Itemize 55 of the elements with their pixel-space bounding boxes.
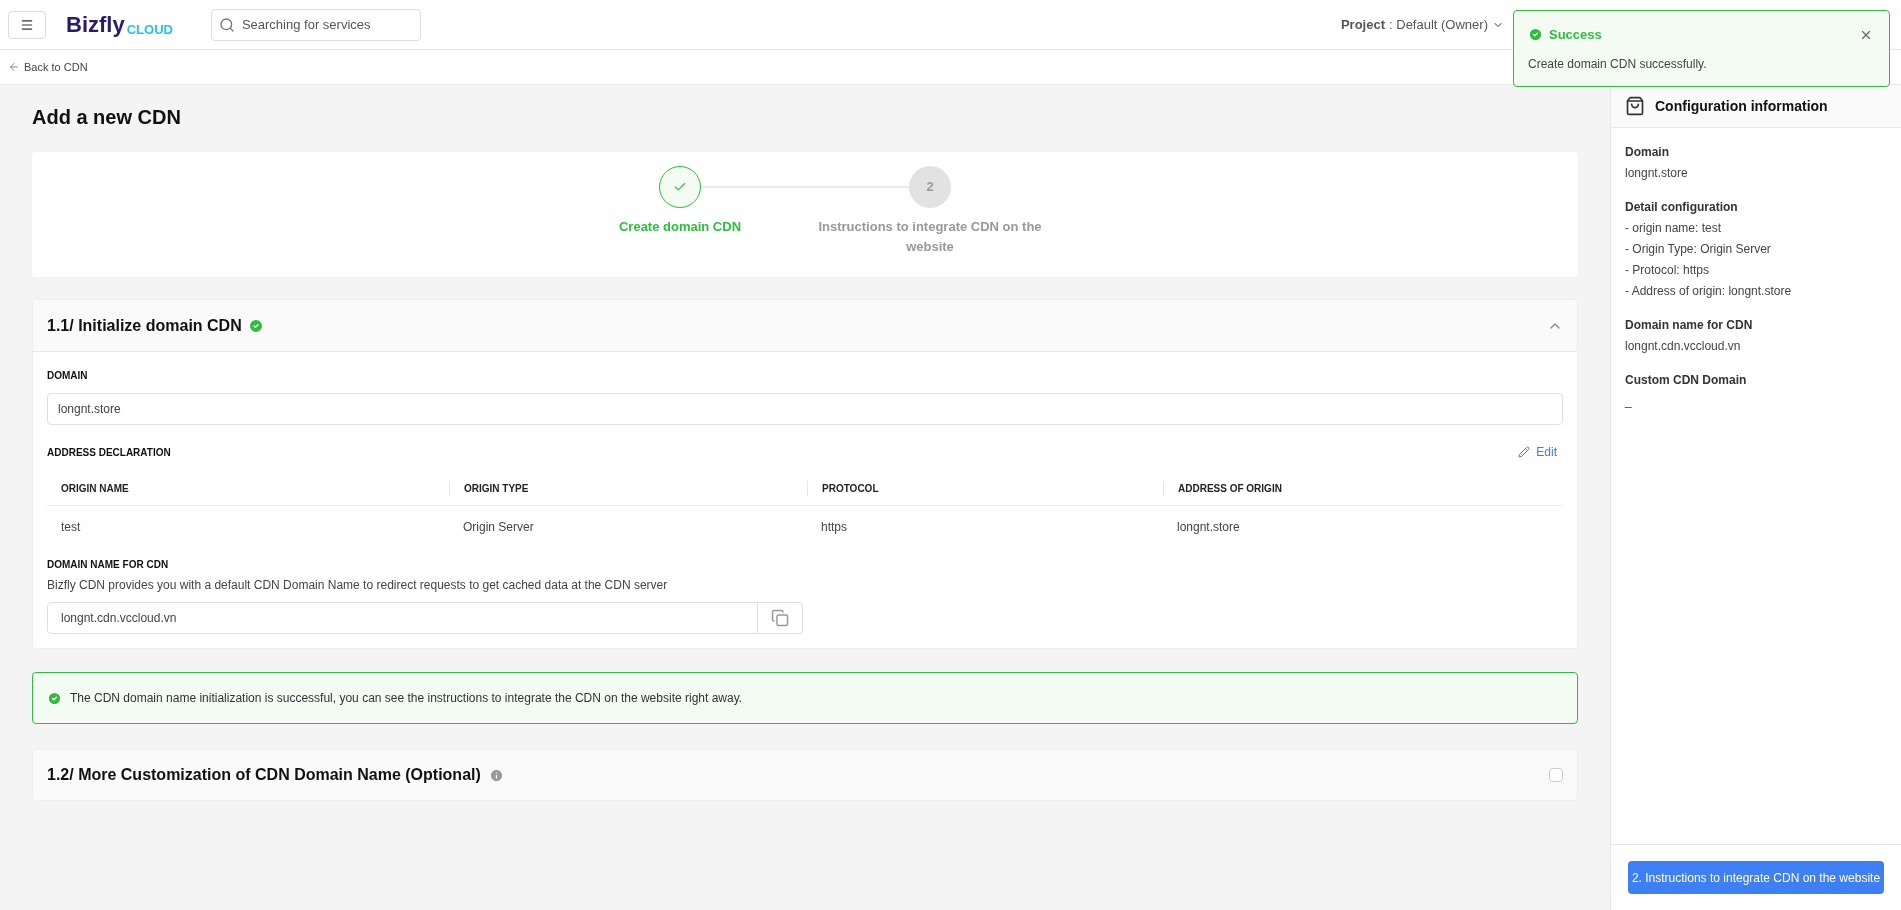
page-title: Add a new CDN [32, 105, 182, 130]
info-heading: Domain [1625, 144, 1670, 161]
check-circle-icon [1528, 27, 1543, 43]
domain-field[interactable]: longnt.store [47, 393, 1563, 425]
info-text: - Protocol: https [1625, 262, 1711, 279]
copy-button[interactable] [758, 602, 803, 634]
bag-icon [1625, 96, 1645, 116]
column-header: ADDRESS OF ORIGIN [1178, 482, 1282, 494]
search-field[interactable]: Searching for services [210, 8, 421, 41]
back-link[interactable]: Back to CDN [8, 58, 88, 76]
field-label: DOMAIN [47, 369, 89, 383]
check-circle-icon [47, 690, 62, 706]
toast-title: Success [1549, 26, 1602, 44]
step-label: Create domain CDN [617, 218, 743, 236]
menu-icon [20, 17, 34, 32]
column-header: PROTOCOL [822, 482, 879, 494]
toast-message: Create domain CDN successfully. [1528, 55, 1708, 73]
alert-text: The CDN domain name initialization is successful, you can see the instructions to integrate the CDN on the website right away. [70, 690, 743, 707]
arrow-left-icon [8, 61, 20, 73]
cdn-domain-field[interactable]: longnt.cdn.vccloud.vn [47, 602, 758, 634]
field-label: DOMAIN NAME FOR CDN [47, 558, 170, 572]
table-cell: https [821, 520, 847, 534]
column-header: ORIGIN NAME [61, 482, 129, 494]
table-cell: Origin Server [463, 520, 534, 534]
pencil-icon [1518, 446, 1531, 458]
info-icon [488, 767, 504, 783]
table-cell: longnt.store [1177, 520, 1240, 534]
section-title: 1.2/ More Customization of CDN Domain Name (Optional) [47, 765, 481, 785]
search-icon [218, 16, 235, 33]
project-value: : Default (Owner) [1389, 15, 1488, 34]
info-text: _ [1625, 393, 1633, 410]
table-cell: test [61, 520, 81, 534]
logo: BizflyCLOUD [66, 13, 173, 36]
info-text: - Origin Type: Origin Server [1625, 241, 1772, 258]
section-title: 1.1/ Initialize domain CDN [47, 315, 242, 336]
check-icon [673, 180, 687, 194]
panel-title: Configuration information [1655, 96, 1828, 116]
project-label: Project [1340, 15, 1385, 34]
info-heading: Domain name for CDN [1625, 317, 1754, 334]
copy-icon [771, 609, 789, 627]
info-text: - Address of origin: longnt.store [1625, 283, 1793, 300]
info-text: longnt.cdn.vccloud.vn [1625, 338, 1742, 355]
help-text: Bizfly CDN provides you with a default CDN Domain Name to redirect requests to get cached data at the CDN server [47, 577, 669, 594]
step-label: Instructions to integrate CDN on the website [817, 218, 1043, 256]
column-header: ORIGIN TYPE [464, 482, 529, 494]
step-number: 2 [926, 178, 934, 197]
edit-link[interactable]: Edit [1518, 443, 1557, 461]
info-heading: Detail configuration [1625, 199, 1739, 216]
next-step-button[interactable]: 2. Instructions to integrate CDN on the website [1627, 861, 1885, 894]
checkbox[interactable] [1549, 768, 1563, 782]
menu-button[interactable] [8, 10, 46, 39]
info-text: - origin name: test [1625, 220, 1723, 237]
info-text: longnt.store [1625, 165, 1689, 182]
field-label: ADDRESS DECLARATION [47, 445, 171, 460]
info-heading: Custom CDN Domain [1625, 372, 1748, 389]
